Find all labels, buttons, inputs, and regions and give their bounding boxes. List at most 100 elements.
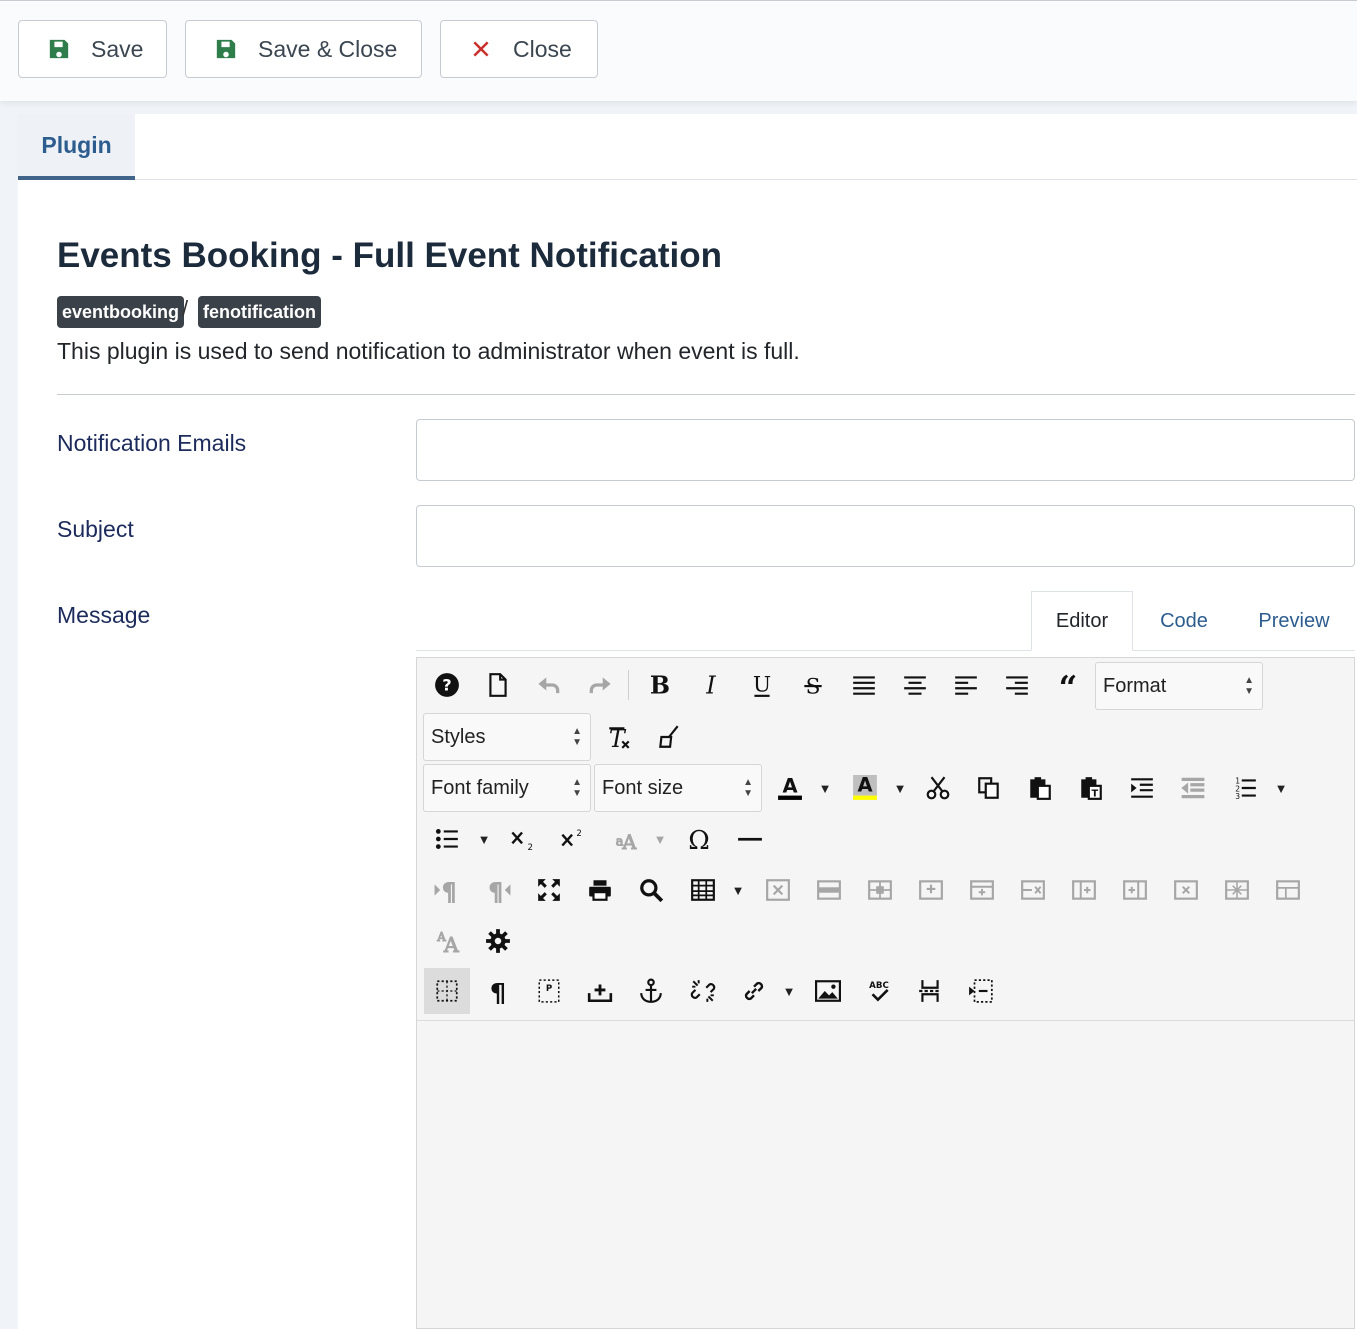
font-size-select[interactable]: Font size ▲ ▼ — [594, 764, 762, 812]
link-dropdown-icon[interactable]: ▼ — [782, 968, 796, 1014]
print-icon[interactable] — [577, 867, 623, 913]
undo-icon[interactable] — [526, 662, 572, 708]
nonbreaking-space-icon[interactable] — [958, 968, 1004, 1014]
text-color-dropdown-icon[interactable]: ▼ — [818, 765, 832, 811]
table-row-props-icon[interactable] — [806, 867, 852, 913]
delete-table-icon[interactable] — [755, 867, 801, 913]
link-icon[interactable] — [731, 968, 777, 1014]
highlight-color-icon[interactable]: A — [842, 765, 888, 811]
close-button[interactable]: Close — [440, 20, 598, 78]
svg-text:3: 3 — [1235, 792, 1240, 801]
svg-text:P: P — [546, 984, 552, 994]
tab-editor[interactable]: Editor — [1031, 591, 1133, 651]
svg-text:T: T — [1091, 789, 1098, 800]
delete-column-icon[interactable] — [1163, 867, 1209, 913]
close-icon — [469, 37, 493, 61]
text-color-icon[interactable]: A — [767, 765, 813, 811]
bullet-list-icon[interactable] — [424, 816, 470, 862]
settings-gear-icon[interactable] — [475, 918, 521, 964]
select-arrows-icon: ▲ ▼ — [1244, 675, 1254, 697]
cut-icon[interactable] — [915, 765, 961, 811]
page-title: Events Booking - Full Event Notification — [57, 236, 723, 275]
select-arrows-icon: ▲ ▼ — [572, 777, 582, 799]
save-close-button[interactable]: Save & Close — [185, 20, 422, 78]
strikethrough-icon[interactable]: S — [790, 662, 836, 708]
svg-text:“: “ — [1059, 672, 1078, 698]
save-button[interactable]: Save — [18, 20, 167, 78]
horizontal-rule-icon[interactable] — [727, 816, 773, 862]
save-label: Save — [91, 35, 144, 62]
align-center-icon[interactable] — [892, 662, 938, 708]
svg-text:A: A — [782, 775, 797, 797]
help-icon[interactable]: ? — [424, 662, 470, 708]
align-justify-icon[interactable] — [841, 662, 887, 708]
svg-text:¶: ¶ — [442, 878, 457, 903]
insert-row-before-icon[interactable] — [908, 867, 954, 913]
subject-input[interactable] — [416, 505, 1355, 567]
styles-select[interactable]: Styles ▲ ▼ — [423, 713, 591, 761]
copy-icon[interactable] — [966, 765, 1012, 811]
search-icon[interactable] — [628, 867, 674, 913]
rtl-icon[interactable]: ¶ — [475, 867, 521, 913]
svg-text:?: ? — [442, 675, 451, 694]
special-character-icon[interactable]: Ω — [676, 816, 722, 862]
tab-preview[interactable]: Preview — [1240, 591, 1348, 651]
italic-icon[interactable]: I — [688, 662, 734, 708]
change-case-dropdown-icon[interactable]: ▼ — [653, 816, 667, 862]
superscript-icon[interactable]: 2 — [548, 816, 594, 862]
select-arrows-icon: ▲ ▼ — [572, 726, 582, 748]
table-icon[interactable] — [680, 867, 726, 913]
font-family-select-value: Font family — [431, 776, 529, 799]
font-family-select[interactable]: Font family ▲ ▼ — [423, 764, 591, 812]
change-case-icon[interactable]: aA — [601, 816, 647, 862]
underline-icon[interactable]: U — [739, 662, 785, 708]
unlink-icon[interactable] — [680, 968, 726, 1014]
svg-text:¶: ¶ — [488, 878, 503, 903]
visual-blocks-icon[interactable] — [424, 968, 470, 1014]
image-icon[interactable] — [805, 968, 851, 1014]
anchor-icon[interactable] — [628, 968, 674, 1014]
font-size-change-icon[interactable]: AA — [424, 918, 470, 964]
insert-row-after-icon[interactable] — [959, 867, 1005, 913]
blockquote-icon[interactable]: “ — [1045, 662, 1091, 708]
tab-plugin[interactable]: Plugin — [18, 114, 135, 180]
outdent-icon[interactable] — [1170, 765, 1216, 811]
insert-column-before-icon[interactable] — [1061, 867, 1107, 913]
indent-icon[interactable] — [1119, 765, 1165, 811]
svg-text:ABC: ABC — [869, 981, 889, 991]
insert-column-after-icon[interactable] — [1112, 867, 1158, 913]
format-select[interactable]: Format ▲ ▼ — [1095, 662, 1263, 710]
table-dropdown-icon[interactable]: ▼ — [731, 867, 745, 913]
insert-icon[interactable] — [577, 968, 623, 1014]
page-break-icon[interactable] — [907, 968, 953, 1014]
split-cells-icon[interactable] — [1214, 867, 1260, 913]
align-left-icon[interactable] — [943, 662, 989, 708]
numbered-list-icon[interactable]: 123 — [1222, 765, 1268, 811]
svg-text:Ω: Ω — [688, 826, 710, 852]
new-document-icon[interactable] — [475, 662, 521, 708]
redo-icon[interactable] — [577, 662, 623, 708]
badge-separator: / — [182, 296, 189, 321]
ltr-icon[interactable]: ¶ — [424, 867, 470, 913]
notification-emails-input[interactable] — [416, 419, 1355, 481]
tab-code[interactable]: Code — [1140, 591, 1228, 651]
show-paragraphs-icon[interactable]: ¶ — [475, 968, 521, 1014]
paste-text-icon[interactable]: T — [1068, 765, 1114, 811]
paragraph-block-icon[interactable]: P — [526, 968, 572, 1014]
fullscreen-icon[interactable] — [526, 867, 572, 913]
clear-formatting-icon[interactable]: T — [596, 714, 642, 760]
bullet-list-dropdown-icon[interactable]: ▼ — [477, 816, 491, 862]
delete-row-icon[interactable] — [1010, 867, 1056, 913]
message-label: Message — [57, 602, 151, 628]
spellcheck-icon[interactable]: ABC — [856, 968, 902, 1014]
merge-cells-icon[interactable] — [1265, 867, 1311, 913]
plugin-group-badge: eventbooking — [57, 296, 185, 328]
numbered-list-dropdown-icon[interactable]: ▼ — [1274, 765, 1288, 811]
align-right-icon[interactable] — [994, 662, 1040, 708]
bold-icon[interactable]: B — [637, 662, 683, 708]
highlight-color-dropdown-icon[interactable]: ▼ — [893, 765, 907, 811]
table-cell-props-icon[interactable] — [857, 867, 903, 913]
subscript-icon[interactable]: 2 — [498, 816, 544, 862]
cleanup-brush-icon[interactable] — [646, 714, 692, 760]
paste-icon[interactable] — [1017, 765, 1063, 811]
